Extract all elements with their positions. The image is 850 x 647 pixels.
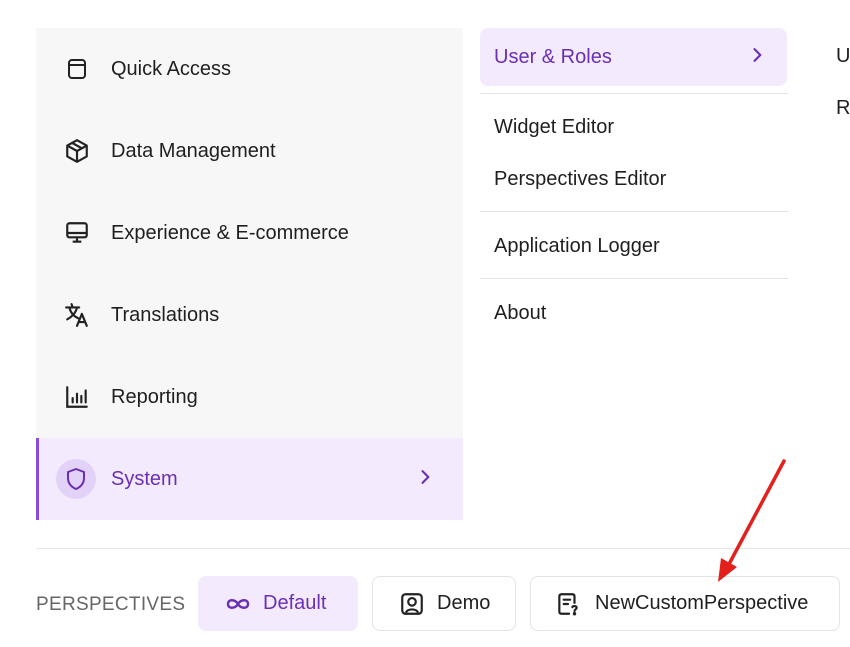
menu-item-label: Data Management [111,139,276,162]
submenu-item-application-logger[interactable]: Application Logger [494,235,660,258]
menu-item-label: Translations [111,303,220,326]
document-question-icon [553,589,583,619]
divider [480,93,788,94]
window-icon [62,54,92,84]
submenu-item-widget-editor[interactable]: Widget Editor [494,116,614,139]
menu-item-experience[interactable]: Experience & E-commerce [36,192,463,274]
perspective-label: Default [263,592,327,614]
infinity-icon [223,589,253,619]
submenu-item-user-roles[interactable]: User & Roles [480,28,787,86]
divider [480,278,788,279]
submenu-item-about[interactable]: About [494,302,546,325]
third-column-item[interactable]: U [836,45,850,68]
monitor-icon [62,218,92,248]
translate-icon [62,300,92,330]
menu-item-label: Quick Access [111,57,232,80]
menu-item-data-management[interactable]: Data Management [36,110,463,192]
perspective-demo-button[interactable]: Demo [372,576,516,631]
menu-item-quick-access[interactable]: Quick Access [36,28,463,110]
submenu-item-label: User & Roles [494,45,612,68]
submenu-item-perspectives-editor[interactable]: Perspectives Editor [494,168,666,191]
perspectives-label: PERSPECTIVES [36,594,186,615]
menu-item-label: Experience & E-commerce [111,221,349,244]
perspective-label: Demo [437,592,491,614]
perspective-label: NewCustomPerspective [595,592,809,614]
divider [36,548,850,549]
shield-icon [56,459,96,499]
cube-icon [62,136,92,166]
menu-item-translations[interactable]: Translations [36,274,463,356]
perspective-newcustom-button[interactable]: NewCustomPerspective [530,576,840,631]
menu-item-reporting[interactable]: Reporting [36,356,463,438]
third-column-item[interactable]: Ro [836,97,850,120]
chevron-right-icon [747,45,767,70]
bar-chart-icon [62,382,92,412]
user-portrait-icon [397,589,427,619]
perspective-default-button[interactable]: Default [198,576,358,631]
divider [480,211,788,212]
menu-item-system[interactable]: System [36,438,463,520]
menu-item-label: Reporting [111,385,198,408]
menu-item-label: System [111,467,178,490]
chevron-right-icon [415,467,435,492]
main-menu: Quick Access Data Management Experience … [36,28,463,520]
